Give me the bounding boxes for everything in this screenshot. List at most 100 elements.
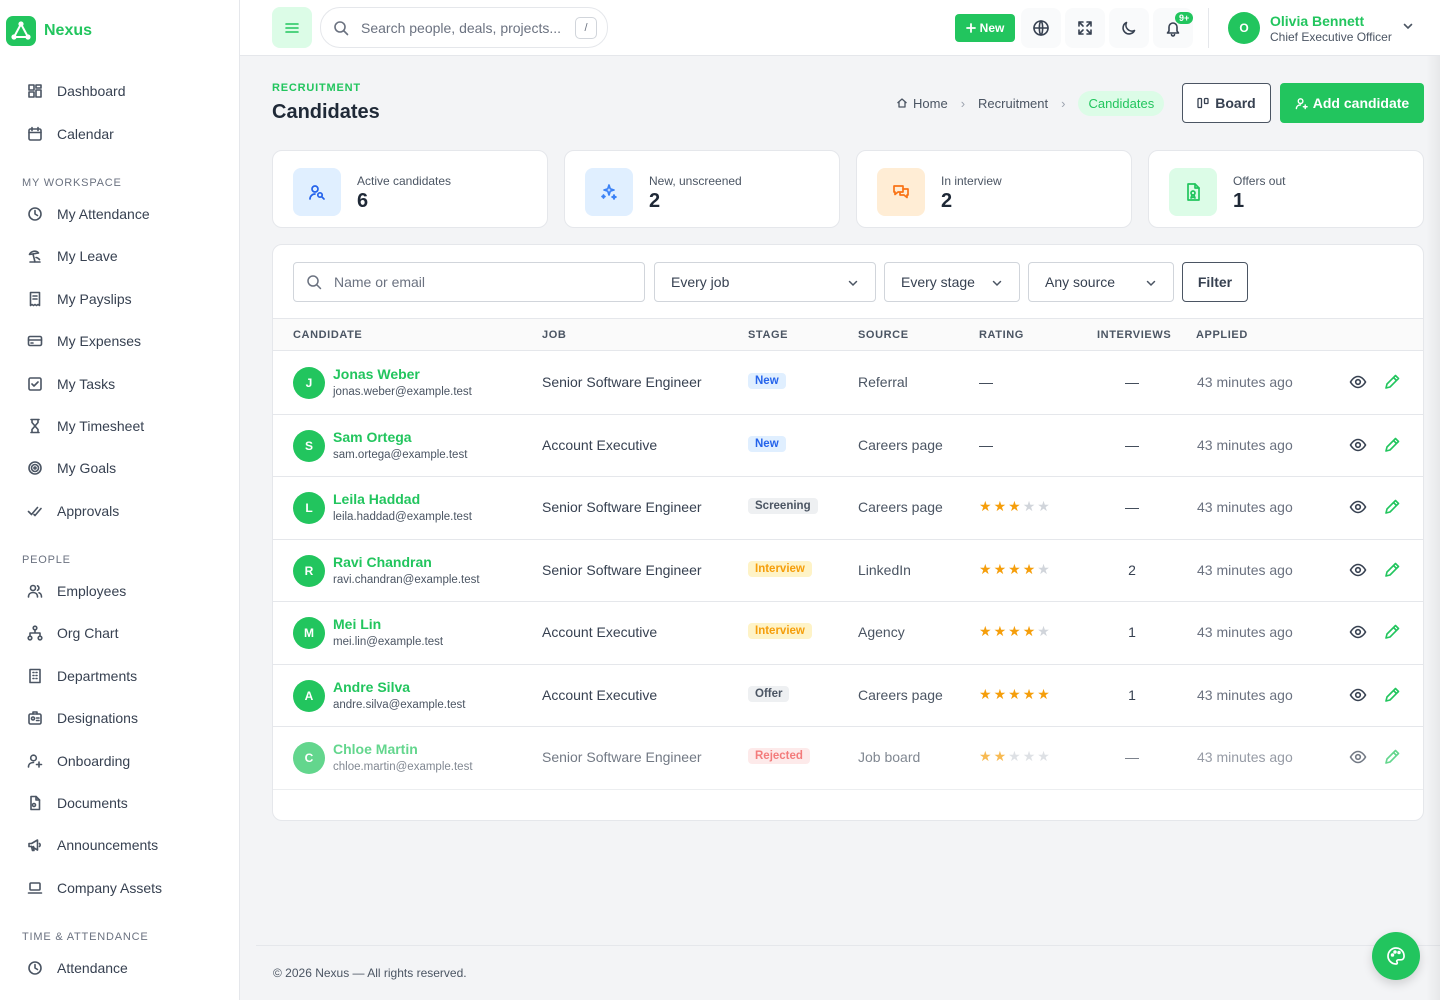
expand-icon [1078, 21, 1092, 35]
board-button-label: Board [1215, 95, 1256, 111]
eye-icon[interactable] [1349, 561, 1367, 579]
candidate-email: ravi.chandran@example.test [333, 573, 480, 586]
rating-stars: ★ ★ ★ ★ ★ [979, 685, 1050, 703]
sidebar-item-departments[interactable]: Departments [0, 655, 239, 697]
star-icon: ★ [979, 560, 992, 577]
job-filter-select[interactable]: Every job [654, 262, 876, 302]
chevron-down-icon[interactable] [1402, 20, 1414, 32]
sidebar-item-company-assets[interactable]: Company Assets [0, 867, 239, 909]
candidate-source: Careers page [858, 686, 943, 703]
eye-icon[interactable] [1349, 748, 1367, 766]
eye-icon[interactable] [1349, 498, 1367, 516]
sidebar-item-my-attendance[interactable]: My Attendance [0, 193, 239, 235]
user-name[interactable]: Olivia Bennett [1270, 13, 1364, 29]
star-icon: ★ [1008, 560, 1021, 577]
eye-icon[interactable] [1349, 436, 1367, 454]
table-row[interactable]: L Leila Haddad leila.haddad@example.test Se… [273, 477, 1423, 540]
chevron-down-icon [1146, 280, 1156, 287]
table-row[interactable]: S Sam Ortega sam.ortega@example.test Accoun… [273, 415, 1423, 477]
sidebar-item-my-tasks[interactable]: My Tasks [0, 362, 239, 404]
sidebar-item-my-goals[interactable]: My Goals [0, 447, 239, 489]
sidebar-item-my-payslips[interactable]: My Payslips [0, 278, 239, 320]
kanban-icon [1197, 97, 1209, 109]
eye-icon[interactable] [1349, 686, 1367, 704]
table-row[interactable]: C Chloe Martin chloe.martin@example.test Se… [273, 727, 1423, 790]
eye-icon[interactable] [1349, 373, 1367, 391]
sidebar-item-my-expenses[interactable]: My Expenses [0, 320, 239, 362]
sidebar-item-approvals[interactable]: Approvals [0, 490, 239, 532]
pencil-icon[interactable] [1383, 561, 1401, 579]
beach-icon [28, 250, 41, 264]
building-icon [29, 668, 41, 684]
user-avatar[interactable]: O [1228, 12, 1260, 44]
candidate-name-link[interactable]: Jonas Weber [333, 366, 420, 382]
sidebar-item-label: Employees [57, 583, 127, 600]
menu-toggle-button[interactable] [272, 7, 312, 48]
board-view-button[interactable]: Board [1182, 83, 1271, 123]
user-plus-icon [27, 754, 43, 768]
stat-value: 2 [941, 190, 953, 212]
stage-badge: Screening [748, 498, 818, 514]
sidebar-item-documents[interactable]: Documents [0, 782, 239, 824]
candidate-email: mei.lin@example.test [333, 636, 444, 648]
table-row[interactable]: J Jonas Weber jonas.weber@example.test Seni… [273, 352, 1423, 415]
candidate-name-link[interactable]: Andre Silva [333, 679, 410, 695]
rating-stars: ★ ★ ★ ★ ★ [979, 560, 1050, 578]
theme-customizer-button[interactable] [1372, 932, 1420, 980]
pencil-icon[interactable] [1383, 686, 1401, 704]
candidate-name-link[interactable]: Mei Lin [333, 616, 381, 632]
notifications-button[interactable]: 9+ [1153, 8, 1194, 48]
sidebar-item-my-leave[interactable]: My Leave [0, 235, 239, 277]
brand[interactable]: Nexus [0, 0, 239, 62]
candidate-name-link[interactable]: Ravi Chandran [333, 554, 432, 570]
scrollbar-track[interactable] [1426, 56, 1440, 1000]
theme-toggle-button[interactable] [1109, 8, 1149, 48]
language-button[interactable] [1021, 8, 1061, 48]
pencil-icon[interactable] [1383, 748, 1401, 766]
sidebar-item-org-chart[interactable]: Org Chart [0, 612, 239, 654]
candidate-name-link[interactable]: Leila Haddad [333, 491, 420, 507]
candidate-name-link[interactable]: Sam Ortega [333, 429, 412, 445]
table-row[interactable]: A Andre Silva andre.silva@example.test Acco… [273, 665, 1423, 727]
pencil-icon[interactable] [1383, 498, 1401, 516]
sidebar-item-dashboard[interactable]: Dashboard [0, 70, 239, 112]
stat-card: New, unscreened 2 [564, 150, 840, 228]
candidate-name-link[interactable]: Chloe Martin [333, 741, 418, 757]
pencil-icon[interactable] [1383, 436, 1401, 454]
breadcrumb-home[interactable]: Home [896, 96, 948, 111]
source-filter-select[interactable]: Any source [1028, 262, 1174, 302]
sidebar-item-calendar[interactable]: Calendar [0, 112, 239, 154]
stage-filter-select[interactable]: Every stage [884, 262, 1020, 302]
pencil-icon[interactable] [1383, 373, 1401, 391]
sidebar-item-employees[interactable]: Employees [0, 570, 239, 612]
sidebar-item-announcements[interactable]: Announcements [0, 824, 239, 866]
clock-icon [28, 961, 42, 976]
globe-icon [1033, 20, 1049, 36]
interview-count: — [1125, 499, 1139, 515]
sidebar-item-attendance[interactable]: Attendance [0, 947, 239, 989]
sidebar-item-label: Announcements [57, 837, 159, 854]
candidate-job: Senior Software Engineer [542, 749, 702, 765]
add-candidate-button[interactable]: Add candidate [1280, 83, 1424, 123]
sidebar-item-my-timesheet[interactable]: My Timesheet [0, 405, 239, 447]
chat-bubbles-icon [893, 185, 909, 199]
home-icon [897, 98, 907, 108]
name-email-search-input[interactable]: Name or email [293, 262, 645, 302]
sidebar-item-label: Designations [57, 710, 138, 727]
breadcrumb-recruitment[interactable]: Recruitment [978, 96, 1048, 111]
receipt-icon [29, 291, 41, 307]
new-button[interactable]: New [955, 14, 1015, 42]
stat-card: Active candidates 6 [272, 150, 548, 228]
table-row[interactable]: M Mei Lin mei.lin@example.test Account Exec… [273, 602, 1423, 665]
dashboard-icon [28, 84, 42, 98]
stat-icon-wrap [1169, 168, 1217, 216]
sidebar-item-onboarding[interactable]: Onboarding [0, 739, 239, 781]
eye-icon[interactable] [1349, 623, 1367, 641]
fullscreen-button[interactable] [1065, 8, 1105, 48]
table-row[interactable]: R Ravi Chandran ravi.chandran@example.test… [273, 540, 1423, 602]
filter-button[interactable]: Filter [1182, 262, 1248, 302]
pencil-icon[interactable] [1383, 623, 1401, 641]
avatar: C [293, 742, 325, 774]
sidebar-item-designations[interactable]: Designations [0, 697, 239, 739]
global-search-input[interactable]: Search people, deals, projects... / [320, 7, 608, 48]
